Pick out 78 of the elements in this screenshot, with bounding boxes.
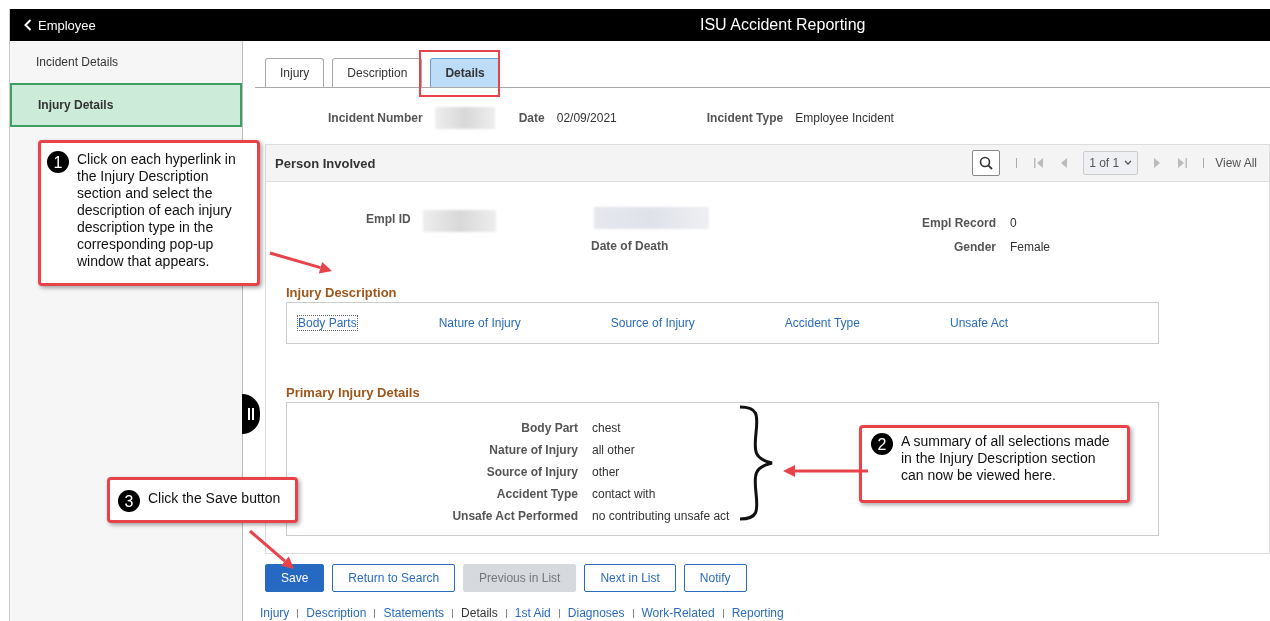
action-button[interactable]: Next in List <box>584 564 676 592</box>
callout-text: Click the Save button <box>148 490 282 507</box>
tab[interactable]: Injury <box>265 58 325 87</box>
page-link[interactable]: Details <box>461 606 498 620</box>
window-title: ISU Accident Reporting <box>700 16 866 34</box>
first-page-icon <box>1034 158 1045 168</box>
action-button[interactable]: Save <box>265 564 325 592</box>
field-value: 02/09/2021 <box>556 111 617 125</box>
field-value: all other <box>592 443 635 457</box>
field-label: Unsafe Act Performed <box>451 509 578 523</box>
field-label: Body Part <box>520 421 578 435</box>
separator-icon <box>1016 158 1019 168</box>
field-label: Accident Type <box>495 487 578 501</box>
field-value: other <box>592 465 620 479</box>
pause-bars-icon <box>247 408 255 420</box>
section-heading: Primary Injury Details <box>286 385 421 400</box>
action-button[interactable]: Return to Search <box>332 564 456 592</box>
previous-icon <box>1060 158 1068 168</box>
separator-icon <box>505 608 507 618</box>
tab[interactable]: Description <box>332 58 423 87</box>
callout-text: A summary of all selections made in the Injury Description section can now be viewed here. <box>901 433 1111 484</box>
page-link[interactable]: 1st Aid <box>514 606 551 620</box>
page-link[interactable]: Diagnoses <box>567 606 625 620</box>
page-link[interactable]: Work-Related <box>641 606 715 620</box>
field-value: contact with <box>592 487 656 501</box>
back-link[interactable]: Employee <box>10 17 96 33</box>
arrow <box>269 251 332 274</box>
arrow <box>249 529 294 569</box>
category-link[interactable]: Body Parts <box>298 316 357 330</box>
blurred-value <box>434 107 495 129</box>
category-link[interactable]: Unsafe Act <box>949 316 1008 330</box>
last-page-icon <box>1177 158 1188 168</box>
category-link[interactable]: Nature of Injury <box>438 316 521 330</box>
field-label: Gender <box>953 240 996 254</box>
separator-icon <box>722 608 724 618</box>
collapse-handle[interactable] <box>242 394 260 434</box>
field-value: Employee Incident <box>795 111 894 125</box>
separator-icon <box>1203 158 1206 168</box>
category-link[interactable]: Source of Injury <box>610 316 695 330</box>
page-link[interactable]: Description <box>306 606 367 620</box>
tab[interactable]: Details <box>430 58 500 87</box>
search-button[interactable] <box>972 150 1001 176</box>
page-link[interactable]: Injury <box>260 606 290 620</box>
field-label: Empl ID <box>366 212 411 226</box>
search-icon <box>979 156 994 170</box>
field-label: Source of Injury <box>485 465 578 479</box>
field-value: no contributing unsafe act <box>592 509 730 523</box>
separator-icon <box>632 608 634 618</box>
page-dropdown[interactable]: 1 of 1 <box>1083 151 1139 175</box>
page-link[interactable]: Statements <box>383 606 445 620</box>
field-value: chest <box>592 421 621 435</box>
category-link[interactable]: Accident Type <box>784 316 860 330</box>
separator-icon <box>297 608 299 618</box>
separator-icon <box>374 608 376 618</box>
section-heading: Injury Description <box>286 285 398 300</box>
field-label: Nature of Injury <box>488 443 578 457</box>
next-icon <box>1154 158 1162 168</box>
view-all-link[interactable]: View All <box>1215 156 1257 170</box>
field-value: Female <box>1010 240 1050 254</box>
step-number: 3 <box>118 490 140 512</box>
action-button[interactable]: Notify <box>683 564 747 592</box>
separator-icon <box>452 608 454 618</box>
field-label: Date <box>518 111 545 125</box>
panel-title: Person Involved <box>275 155 376 171</box>
sidebar-item[interactable]: Incident Details <box>10 41 242 83</box>
step-number: 1 <box>47 151 69 173</box>
separator-icon <box>558 608 560 618</box>
field-label: Incident Number <box>328 111 423 125</box>
field-label: Empl Record <box>921 216 996 230</box>
callout-text: Click on each hyperlink in the Injury Description section and select the description of each injury description type in the corresponding pop-up window that appears. <box>77 151 237 270</box>
step-number: 2 <box>871 433 893 455</box>
chevron-down-icon <box>1124 160 1133 166</box>
chevron-left-icon <box>24 19 32 31</box>
field-label: Incident Type <box>706 111 784 125</box>
sidebar-item[interactable]: Injury Details <box>10 83 242 127</box>
page-link[interactable]: Reporting <box>731 606 784 620</box>
field-label: Date of Death <box>591 239 670 253</box>
field-value: 0 <box>1010 216 1018 230</box>
